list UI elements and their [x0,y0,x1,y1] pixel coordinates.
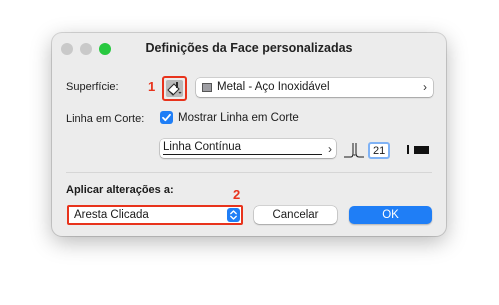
pen-number-input[interactable]: 21 [368,142,390,159]
pen-thickness-icon [407,145,409,154]
surface-material-popup[interactable]: Metal - Aço Inoxidável › [196,78,433,97]
section-divider [66,172,432,173]
apply-to-select[interactable]: Aresta Clicada [67,205,243,225]
custom-face-settings-dialog: Definições da Face personalizadas Superf… [52,33,446,236]
surface-override-button[interactable] [162,76,187,101]
pen-color-icon [414,146,429,154]
annotation-marker-2: 2 [233,187,241,202]
show-cut-line-label[interactable]: Mostrar Linha em Corte [178,112,299,124]
checkmark-icon [162,113,171,122]
line-preview [163,154,322,155]
surface-label: Superfície: [66,81,119,93]
dialog-title: Definições da Face personalizadas [145,41,353,55]
pen-weight-icon [344,143,364,158]
ok-button[interactable]: OK [349,206,432,224]
line-type-name: Linha Contínua [163,141,242,153]
surface-material-name: Metal - Aço Inoxidável [217,81,330,93]
cut-line-label: Linha em Corte: [66,113,145,125]
cancel-button[interactable]: Cancelar [254,206,337,224]
apply-to-selected-value: Aresta Clicada [74,209,149,221]
pen-number-value: 21 [373,145,386,157]
apply-changes-label: Aplicar alterações a: [66,184,174,196]
paint-bucket-icon [166,80,183,97]
material-swatch-icon [202,83,212,92]
annotation-marker-1: 1 [148,79,156,94]
line-type-popup[interactable]: Linha Contínua › [160,139,336,158]
chevron-right-icon: › [328,142,332,156]
show-cut-line-checkbox[interactable] [160,111,173,124]
pen-color-swatch[interactable] [401,143,433,157]
select-stepper-icon [227,208,240,222]
chevron-right-icon: › [423,80,427,94]
